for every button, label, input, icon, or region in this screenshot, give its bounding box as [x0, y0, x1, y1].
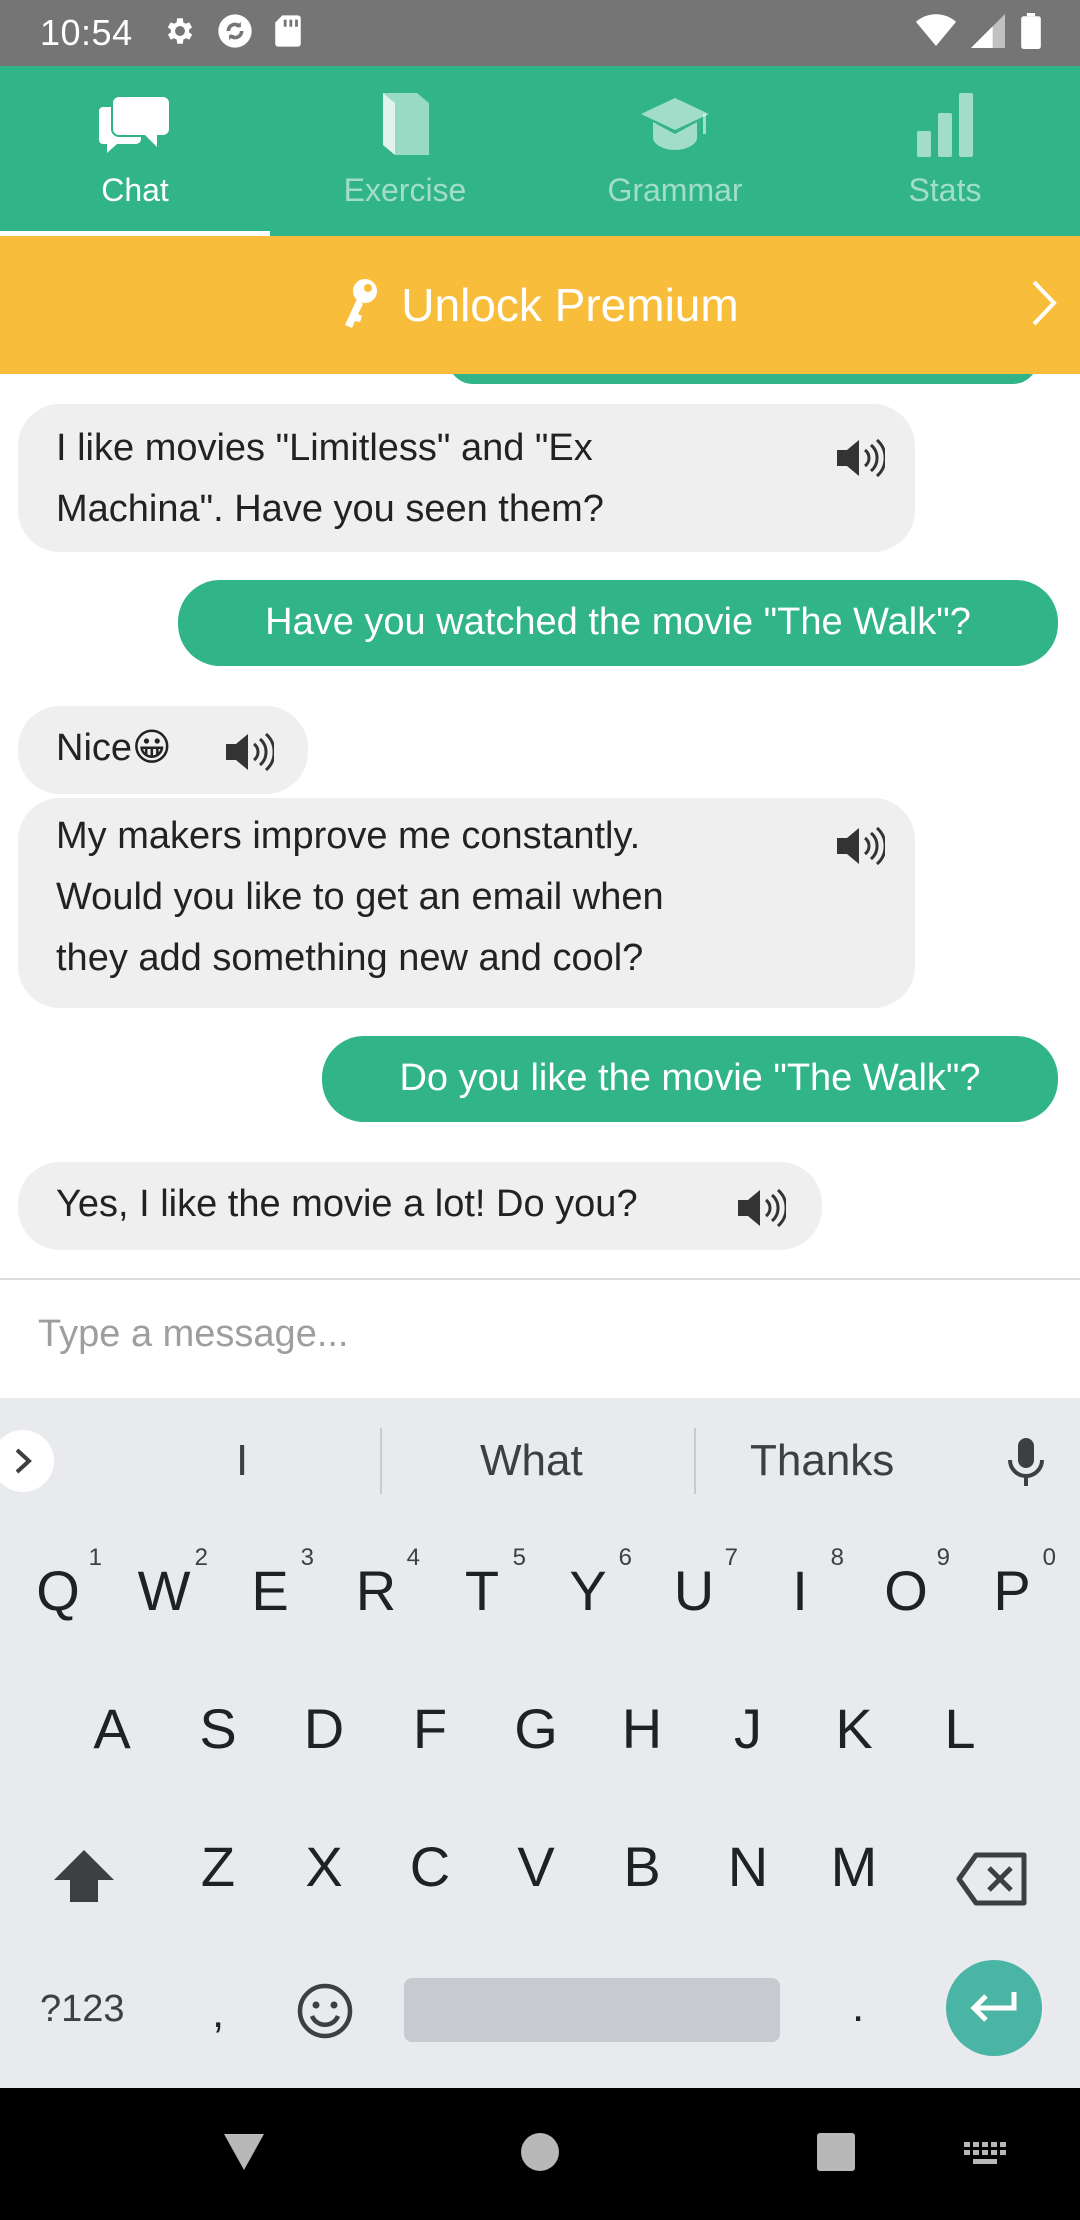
- message-input[interactable]: Type a message...: [0, 1280, 1080, 1398]
- unlock-premium-label: Unlock Premium: [401, 279, 739, 331]
- tab-stats[interactable]: Stats: [810, 66, 1080, 236]
- bot-message: Nice😀: [18, 706, 308, 794]
- battery-icon: [1020, 12, 1042, 54]
- key-z[interactable]: Z: [178, 1834, 258, 1899]
- key-k[interactable]: K: [814, 1696, 894, 1761]
- home-nav-icon[interactable]: [520, 2132, 560, 2177]
- message-text: Nice😀: [56, 727, 172, 769]
- period-key[interactable]: .: [852, 1982, 864, 2032]
- user-message-partial: [448, 374, 1038, 384]
- key-j[interactable]: J: [708, 1696, 788, 1761]
- key-f[interactable]: F: [390, 1696, 470, 1761]
- tab-exercise[interactable]: Exercise: [270, 66, 540, 236]
- bot-message: Yes, I like the movie a lot! Do you?: [18, 1162, 822, 1250]
- bar-chart-icon: [915, 84, 975, 164]
- key-l[interactable]: L: [920, 1696, 1000, 1761]
- user-message: Do you like the movie "The Walk"?: [322, 1036, 1058, 1122]
- suggestion-item[interactable]: Thanks: [750, 1436, 894, 1486]
- status-time: 10:54: [40, 12, 133, 53]
- tab-chat-label: Chat: [101, 172, 169, 208]
- tab-grammar-label: Grammar: [607, 172, 743, 208]
- sd-card-icon: [273, 14, 303, 53]
- key-v[interactable]: V: [496, 1834, 576, 1899]
- suggestion-item[interactable]: I: [236, 1436, 248, 1486]
- tab-stats-label: Stats: [908, 172, 982, 208]
- status-bar: 10:54: [0, 0, 1080, 66]
- tab-chat[interactable]: Chat: [0, 66, 270, 236]
- backspace-key[interactable]: [956, 1852, 1028, 1911]
- tab-grammar[interactable]: Grammar: [540, 66, 810, 236]
- wifi-icon: [916, 13, 956, 53]
- enter-key[interactable]: [946, 1960, 1042, 2056]
- tab-exercise-label: Exercise: [343, 172, 467, 208]
- bot-message: I like movies "Limitless" and "Ex Machin…: [18, 404, 915, 552]
- key-b[interactable]: B: [602, 1834, 682, 1899]
- shift-key[interactable]: [52, 1848, 116, 1909]
- message-text-line: they add something new and cool?: [56, 937, 644, 979]
- speaker-icon[interactable]: [222, 730, 276, 793]
- suggestion-strip: I What Thanks: [0, 1398, 1080, 1522]
- key-x[interactable]: X: [284, 1834, 364, 1899]
- tab-bar: Chat Exercise Grammar Stats: [0, 66, 1080, 236]
- comma-key[interactable]: ,: [212, 1988, 224, 2038]
- expand-toolbar-button[interactable]: [0, 1430, 54, 1492]
- key-t[interactable]: T5: [442, 1544, 526, 1623]
- book-icon: [377, 84, 433, 164]
- key-g[interactable]: G: [496, 1696, 576, 1761]
- message-text-line: I like movies "Limitless" and "Ex: [56, 427, 593, 469]
- key-n[interactable]: N: [708, 1834, 788, 1899]
- user-message: Have you watched the movie "The Walk"?: [178, 580, 1058, 666]
- key-c[interactable]: C: [390, 1834, 470, 1899]
- key-q[interactable]: Q1: [18, 1544, 102, 1623]
- speaker-icon[interactable]: [833, 436, 887, 499]
- speaker-icon[interactable]: [734, 1186, 788, 1249]
- suggestion-divider: [694, 1428, 696, 1494]
- message-text: Yes, I like the movie a lot! Do you?: [56, 1183, 638, 1225]
- speaker-icon[interactable]: [833, 824, 887, 887]
- key-y[interactable]: Y6: [548, 1544, 632, 1623]
- message-text-line: My makers improve me constantly.: [56, 815, 641, 857]
- key-r[interactable]: R4: [336, 1544, 420, 1623]
- key-m[interactable]: M: [814, 1834, 894, 1899]
- space-key[interactable]: [404, 1978, 780, 2042]
- recents-nav-icon[interactable]: [816, 2132, 856, 2177]
- symbols-key[interactable]: ?123: [40, 1988, 125, 2031]
- message-text: Do you like the movie "The Walk"?: [399, 1057, 981, 1099]
- chat-icon: [99, 84, 171, 164]
- key-u[interactable]: U7: [654, 1544, 738, 1623]
- key-o[interactable]: O9: [866, 1544, 950, 1623]
- key-p[interactable]: P0: [972, 1544, 1056, 1623]
- key-a[interactable]: A: [72, 1696, 152, 1761]
- key-h[interactable]: H: [602, 1696, 682, 1761]
- back-nav-icon[interactable]: [222, 2132, 266, 2177]
- unlock-premium-banner[interactable]: Unlock Premium: [0, 236, 1080, 374]
- navigation-bar: [0, 2088, 1080, 2220]
- graduation-cap-icon: [639, 84, 711, 164]
- emoji-key[interactable]: [296, 1982, 354, 2045]
- keyboard-switch-icon[interactable]: [964, 2142, 1008, 2171]
- key-icon: [341, 277, 383, 334]
- message-input-placeholder: Type a message...: [38, 1313, 349, 1355]
- chevron-right-icon: [1030, 278, 1058, 333]
- message-text-line: Machina". Have you seen them?: [56, 488, 604, 530]
- message-text-line: Would you like to get an email when: [56, 876, 664, 918]
- message-text: Have you watched the movie "The Walk"?: [265, 601, 971, 643]
- suggestion-item[interactable]: What: [480, 1436, 583, 1486]
- key-i[interactable]: I8: [760, 1544, 844, 1623]
- suggestion-divider: [380, 1428, 382, 1494]
- signal-icon: [970, 13, 1006, 53]
- microphone-icon[interactable]: [1006, 1436, 1046, 1493]
- key-e[interactable]: E3: [230, 1544, 314, 1623]
- sync-icon: [215, 11, 255, 56]
- soft-keyboard: I What Thanks Q1 W2 E3 R4 T5 Y6 U7 I8 O9…: [0, 1398, 1080, 2088]
- settings-icon: [163, 14, 197, 53]
- key-s[interactable]: S: [178, 1696, 258, 1761]
- chat-messages: I like movies "Limitless" and "Ex Machin…: [0, 374, 1080, 1278]
- key-w[interactable]: W2: [124, 1544, 208, 1623]
- enter-icon: [970, 1992, 1017, 2022]
- bot-message: My makers improve me constantly. Would y…: [18, 798, 915, 1008]
- key-d[interactable]: D: [284, 1696, 364, 1761]
